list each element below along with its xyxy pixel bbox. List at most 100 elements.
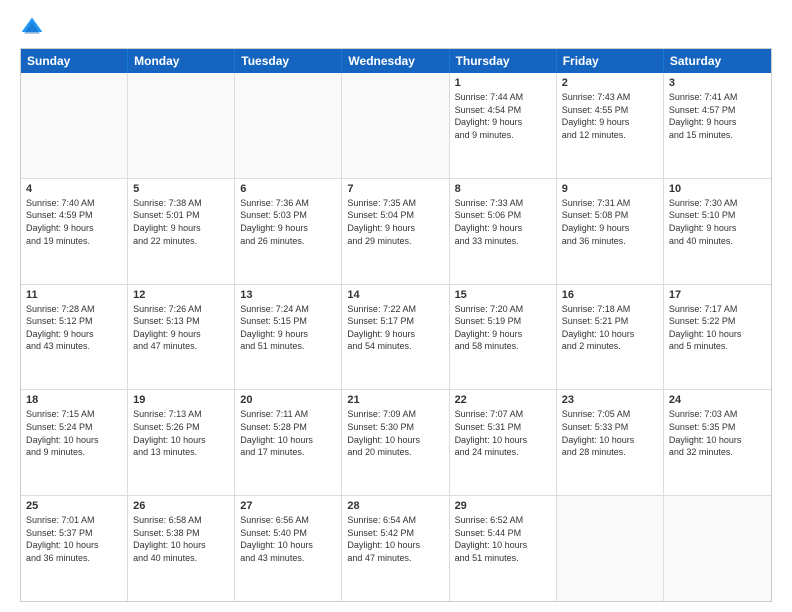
day-info: Sunrise: 7:38 AM Sunset: 5:01 PM Dayligh…	[133, 197, 229, 247]
calendar-cell	[342, 73, 449, 178]
calendar-cell: 25Sunrise: 7:01 AM Sunset: 5:37 PM Dayli…	[21, 496, 128, 601]
day-info: Sunrise: 7:15 AM Sunset: 5:24 PM Dayligh…	[26, 408, 122, 458]
day-info: Sunrise: 7:43 AM Sunset: 4:55 PM Dayligh…	[562, 91, 658, 141]
calendar-cell: 5 Sunrise: 7:38 AM Sunset: 5:01 PM Daylig…	[128, 179, 235, 284]
day-info: Sunrise: 7:35 AM Sunset: 5:04 PM Dayligh…	[347, 197, 443, 247]
day-number: 27	[240, 500, 336, 512]
calendar-body: 1 Sunrise: 7:44 AM Sunset: 4:54 PM Daylig…	[21, 73, 771, 601]
logo	[20, 16, 48, 40]
calendar-cell: 11 Sunrise: 7:28 AM Sunset: 5:12 PM Dayli…	[21, 285, 128, 390]
day-info: Sunrise: 7:17 AM Sunset: 5:22 PM Dayligh…	[669, 303, 766, 353]
calendar-row-4: 18 Sunrise: 7:15 AM Sunset: 5:24 PM Dayli…	[21, 390, 771, 496]
calendar-cell: 1 Sunrise: 7:44 AM Sunset: 4:54 PM Daylig…	[450, 73, 557, 178]
day-info: Sunrise: 6:58 AM Sunset: 5:38 PM Dayligh…	[133, 514, 229, 564]
calendar-cell: 7 Sunrise: 7:35 AM Sunset: 5:04 PM Daylig…	[342, 179, 449, 284]
header-day-tuesday: Tuesday	[235, 49, 342, 73]
calendar-cell	[664, 496, 771, 601]
calendar-cell: 24 Sunrise: 7:03 AM Sunset: 5:35 PM Dayli…	[664, 390, 771, 495]
calendar-cell	[235, 73, 342, 178]
calendar-cell: 17 Sunrise: 7:17 AM Sunset: 5:22 PM Dayli…	[664, 285, 771, 390]
day-number: 11	[26, 289, 122, 301]
calendar-cell: 29 Sunrise: 6:52 AM Sunset: 5:44 PM Dayli…	[450, 496, 557, 601]
day-number: 26	[133, 500, 229, 512]
calendar-cell: 16 Sunrise: 7:18 AM Sunset: 5:21 PM Dayli…	[557, 285, 664, 390]
day-number: 18	[26, 394, 122, 406]
header-day-sunday: Sunday	[21, 49, 128, 73]
day-number: 5	[133, 183, 229, 195]
calendar-cell	[128, 73, 235, 178]
day-number: 22	[455, 394, 551, 406]
day-info: Sunrise: 7:07 AM Sunset: 5:31 PM Dayligh…	[455, 408, 551, 458]
calendar-cell: 15 Sunrise: 7:20 AM Sunset: 5:19 PM Dayli…	[450, 285, 557, 390]
calendar-cell: 10 Sunrise: 7:30 AM Sunset: 5:10 PM Dayli…	[664, 179, 771, 284]
day-number: 12	[133, 289, 229, 301]
day-info: Sunrise: 7:11 AM Sunset: 5:28 PM Dayligh…	[240, 408, 336, 458]
day-number: 7	[347, 183, 443, 195]
day-number: 9	[562, 183, 658, 195]
calendar-cell: 4Sunrise: 7:40 AM Sunset: 4:59 PM Daylig…	[21, 179, 128, 284]
day-number: 13	[240, 289, 336, 301]
calendar-row-2: 4Sunrise: 7:40 AM Sunset: 4:59 PM Daylig…	[21, 179, 771, 285]
day-info: Sunrise: 7:24 AM Sunset: 5:15 PM Dayligh…	[240, 303, 336, 353]
day-number: 17	[669, 289, 766, 301]
day-info: Sunrise: 7:22 AM Sunset: 5:17 PM Dayligh…	[347, 303, 443, 353]
day-info: Sunrise: 7:01 AM Sunset: 5:37 PM Dayligh…	[26, 514, 122, 564]
calendar-cell: 3Sunrise: 7:41 AM Sunset: 4:57 PM Daylig…	[664, 73, 771, 178]
calendar-cell: 9Sunrise: 7:31 AM Sunset: 5:08 PM Daylig…	[557, 179, 664, 284]
day-info: Sunrise: 7:28 AM Sunset: 5:12 PM Dayligh…	[26, 303, 122, 353]
header-day-saturday: Saturday	[664, 49, 771, 73]
page: SundayMondayTuesdayWednesdayThursdayFrid…	[0, 0, 792, 612]
header-day-thursday: Thursday	[450, 49, 557, 73]
day-number: 1	[455, 77, 551, 89]
calendar-cell	[557, 496, 664, 601]
calendar-cell: 2 Sunrise: 7:43 AM Sunset: 4:55 PM Daylig…	[557, 73, 664, 178]
day-number: 16	[562, 289, 658, 301]
day-number: 29	[455, 500, 551, 512]
day-number: 15	[455, 289, 551, 301]
day-number: 19	[133, 394, 229, 406]
day-info: Sunrise: 7:44 AM Sunset: 4:54 PM Dayligh…	[455, 91, 551, 141]
day-number: 4	[26, 183, 122, 195]
day-info: Sunrise: 6:52 AM Sunset: 5:44 PM Dayligh…	[455, 514, 551, 564]
day-number: 24	[669, 394, 766, 406]
day-number: 2	[562, 77, 658, 89]
calendar-cell: 27 Sunrise: 6:56 AM Sunset: 5:40 PM Dayli…	[235, 496, 342, 601]
day-number: 23	[562, 394, 658, 406]
calendar-cell: 26 Sunrise: 6:58 AM Sunset: 5:38 PM Dayli…	[128, 496, 235, 601]
day-info: Sunrise: 7:36 AM Sunset: 5:03 PM Dayligh…	[240, 197, 336, 247]
day-number: 10	[669, 183, 766, 195]
logo-icon	[20, 16, 44, 40]
calendar-row-3: 11 Sunrise: 7:28 AM Sunset: 5:12 PM Dayli…	[21, 285, 771, 391]
day-number: 21	[347, 394, 443, 406]
day-info: Sunrise: 7:20 AM Sunset: 5:19 PM Dayligh…	[455, 303, 551, 353]
day-info: Sunrise: 7:09 AM Sunset: 5:30 PM Dayligh…	[347, 408, 443, 458]
calendar-cell: 18 Sunrise: 7:15 AM Sunset: 5:24 PM Dayli…	[21, 390, 128, 495]
day-info: Sunrise: 7:41 AM Sunset: 4:57 PM Dayligh…	[669, 91, 766, 141]
day-info: Sunrise: 7:18 AM Sunset: 5:21 PM Dayligh…	[562, 303, 658, 353]
day-info: Sunrise: 7:13 AM Sunset: 5:26 PM Dayligh…	[133, 408, 229, 458]
day-number: 8	[455, 183, 551, 195]
header	[20, 16, 772, 40]
day-info: Sunrise: 7:33 AM Sunset: 5:06 PM Dayligh…	[455, 197, 551, 247]
day-info: Sunrise: 7:03 AM Sunset: 5:35 PM Dayligh…	[669, 408, 766, 458]
calendar-cell	[21, 73, 128, 178]
calendar-cell: 22 Sunrise: 7:07 AM Sunset: 5:31 PM Dayli…	[450, 390, 557, 495]
day-info: Sunrise: 7:30 AM Sunset: 5:10 PM Dayligh…	[669, 197, 766, 247]
calendar-cell: 20 Sunrise: 7:11 AM Sunset: 5:28 PM Dayli…	[235, 390, 342, 495]
header-day-wednesday: Wednesday	[342, 49, 449, 73]
header-day-friday: Friday	[557, 49, 664, 73]
calendar-row-1: 1 Sunrise: 7:44 AM Sunset: 4:54 PM Daylig…	[21, 73, 771, 179]
calendar-cell: 12 Sunrise: 7:26 AM Sunset: 5:13 PM Dayli…	[128, 285, 235, 390]
day-info: Sunrise: 7:26 AM Sunset: 5:13 PM Dayligh…	[133, 303, 229, 353]
calendar: SundayMondayTuesdayWednesdayThursdayFrid…	[20, 48, 772, 602]
day-number: 20	[240, 394, 336, 406]
calendar-cell: 23Sunrise: 7:05 AM Sunset: 5:33 PM Dayli…	[557, 390, 664, 495]
day-info: Sunrise: 6:54 AM Sunset: 5:42 PM Dayligh…	[347, 514, 443, 564]
day-number: 14	[347, 289, 443, 301]
day-info: Sunrise: 6:56 AM Sunset: 5:40 PM Dayligh…	[240, 514, 336, 564]
calendar-cell: 19 Sunrise: 7:13 AM Sunset: 5:26 PM Dayli…	[128, 390, 235, 495]
calendar-cell: 8 Sunrise: 7:33 AM Sunset: 5:06 PM Daylig…	[450, 179, 557, 284]
calendar-cell: 21 Sunrise: 7:09 AM Sunset: 5:30 PM Dayli…	[342, 390, 449, 495]
header-day-monday: Monday	[128, 49, 235, 73]
calendar-row-5: 25Sunrise: 7:01 AM Sunset: 5:37 PM Dayli…	[21, 496, 771, 601]
